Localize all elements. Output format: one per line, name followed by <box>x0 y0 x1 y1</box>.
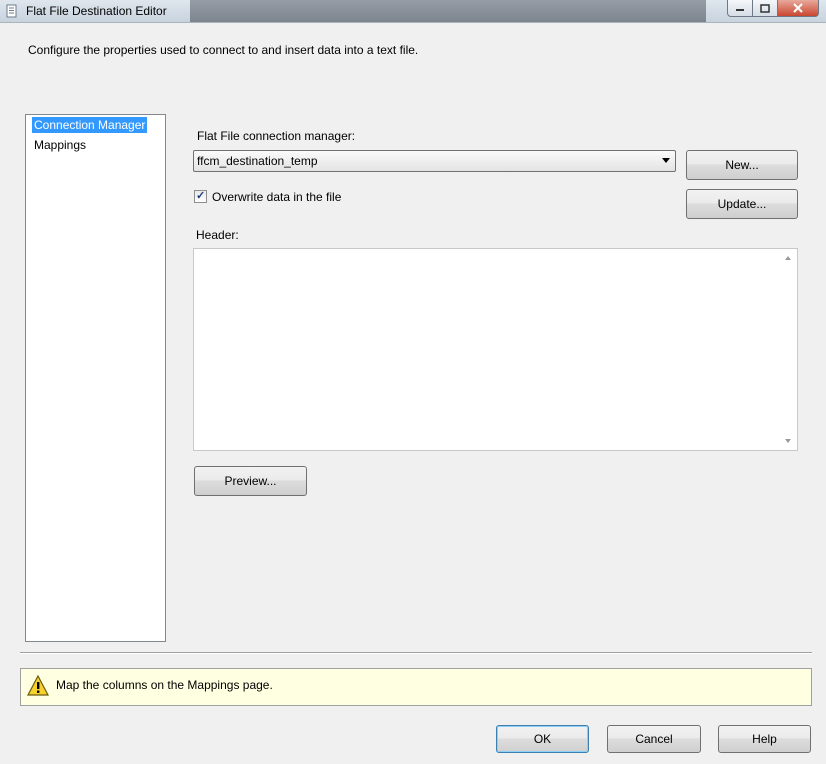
ok-button[interactable]: OK <box>496 725 589 753</box>
nav-item-connection-manager[interactable]: Connection Manager <box>32 117 148 133</box>
checkmark-icon: ✓ <box>196 190 206 202</box>
dropdown-arrow-icon <box>662 158 670 163</box>
close-icon <box>793 3 803 13</box>
warning-banner: Map the columns on the Mappings page. <box>20 668 812 706</box>
title-bar[interactable]: Flat File Destination Editor <box>0 0 826 23</box>
scroll-down-arrow-icon[interactable] <box>785 439 791 443</box>
app-icon <box>6 4 17 18</box>
header-label: Header: <box>196 228 239 242</box>
header-scrollbar[interactable] <box>780 249 797 450</box>
connection-manager-dropdown[interactable]: ffcm_destination_temp <box>193 150 676 172</box>
minimize-button[interactable] <box>727 0 753 17</box>
overwrite-label[interactable]: Overwrite data in the file <box>212 190 341 204</box>
separator <box>20 652 812 654</box>
cancel-button[interactable]: Cancel <box>607 725 701 753</box>
dialog-description: Configure the properties used to connect… <box>28 43 419 57</box>
maximize-icon <box>760 3 770 13</box>
close-button[interactable] <box>777 0 819 17</box>
warning-message: Map the columns on the Mappings page. <box>56 678 273 692</box>
help-button[interactable]: Help <box>718 725 811 753</box>
minimize-icon <box>736 9 744 11</box>
scroll-up-arrow-icon[interactable] <box>785 256 791 260</box>
connection-manager-label: Flat File connection manager: <box>197 129 356 143</box>
connection-manager-value: ffcm_destination_temp <box>197 154 318 168</box>
title-bar-background <box>190 0 706 22</box>
overwrite-checkbox[interactable]: ✓ <box>194 190 207 203</box>
new-button[interactable]: New... <box>686 150 798 180</box>
warning-icon <box>27 675 49 696</box>
header-textarea[interactable] <box>193 248 798 451</box>
page-nav-list[interactable]: Connection Manager Mappings <box>25 114 166 642</box>
preview-button[interactable]: Preview... <box>194 466 307 496</box>
update-button[interactable]: Update... <box>686 189 798 219</box>
nav-item-mappings[interactable]: Mappings <box>32 137 88 153</box>
maximize-button[interactable] <box>752 0 778 17</box>
window-title: Flat File Destination Editor <box>26 4 167 18</box>
